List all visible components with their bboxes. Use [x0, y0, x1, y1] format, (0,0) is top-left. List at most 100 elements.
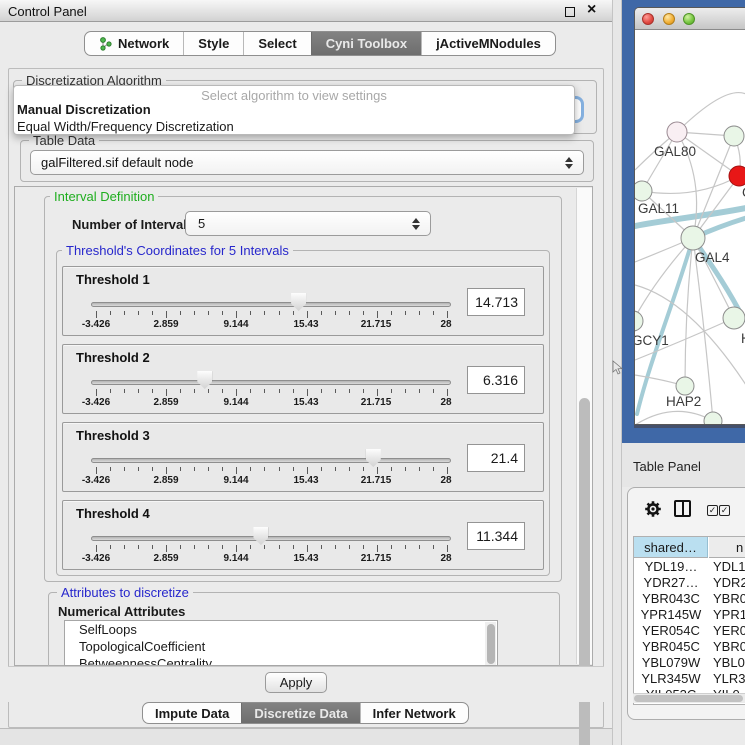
- threshold-value-field[interactable]: 14.713: [467, 288, 525, 316]
- slider-track[interactable]: [91, 458, 451, 463]
- tick-mark: [264, 545, 265, 549]
- axis-tick-label: 15.43: [284, 553, 328, 564]
- network-window-titlebar[interactable]: [635, 8, 745, 30]
- cell-shared-name: YDR27…: [634, 575, 708, 591]
- apply-button[interactable]: Apply: [265, 672, 327, 693]
- network-node: [723, 307, 745, 329]
- spinner-stepper-icon: [412, 217, 421, 231]
- tick-mark: [391, 545, 392, 549]
- axis-tick-label: 28: [424, 397, 468, 408]
- cell-shared-name: YER054C: [634, 623, 708, 639]
- checkbox-icon-1[interactable]: ✓: [707, 505, 718, 516]
- axis-tick-label: 28: [424, 475, 468, 486]
- attributes-scrollbar[interactable]: [485, 622, 496, 666]
- tick-mark: [222, 467, 223, 471]
- axis-tick-label: 15.43: [284, 475, 328, 486]
- threshold-value-field[interactable]: 11.344: [467, 522, 525, 550]
- tick-mark: [138, 311, 139, 315]
- dropdown-option[interactable]: Equal Width/Frequency Discretization: [17, 119, 567, 135]
- float-window-icon[interactable]: [565, 7, 575, 17]
- network-node: [729, 166, 745, 186]
- minimize-traffic-light-icon[interactable]: [663, 13, 675, 25]
- tab-label: Infer Network: [373, 706, 456, 721]
- cell-shared-name: YBL079W: [634, 655, 708, 671]
- number-of-intervals-spinner[interactable]: 5: [185, 211, 431, 236]
- tick-mark: [110, 311, 111, 315]
- network-view-window: GAL80GCGAL11GAL4GCY1HHAP2: [634, 7, 745, 425]
- threshold-value-field[interactable]: 6.316: [467, 366, 525, 394]
- slider-thumb[interactable]: [253, 527, 268, 545]
- tick-mark: [152, 467, 153, 471]
- tab-impute-data[interactable]: Impute Data: [143, 703, 241, 723]
- settings-vertical-scrollbar[interactable]: [576, 188, 592, 664]
- cell-name: YBL0: [713, 655, 745, 671]
- close-icon[interactable]: ×: [587, 1, 596, 19]
- numerical-attributes-list[interactable]: SelfLoopsTopologicalCoefficientBetweenne…: [64, 620, 498, 666]
- tab-label: Impute Data: [155, 706, 229, 721]
- tick-mark: [208, 311, 209, 315]
- table-row[interactable]: YDR27…YDR2: [634, 575, 745, 591]
- column-header-name[interactable]: n: [709, 537, 745, 558]
- network-edge: [642, 176, 739, 193]
- tab-network[interactable]: Network: [85, 32, 183, 55]
- tick-mark: [208, 467, 209, 471]
- dropdown-option[interactable]: Manual Discretization: [17, 102, 567, 118]
- tick-mark: [110, 389, 111, 393]
- tab-select[interactable]: Select: [243, 32, 310, 55]
- attribute-item[interactable]: BetweennessCentrality: [65, 655, 497, 666]
- axis-tick-label: 2.859: [144, 553, 188, 564]
- zoom-traffic-light-icon[interactable]: [683, 13, 695, 25]
- tick-mark: [335, 389, 336, 393]
- tick-mark: [124, 311, 125, 315]
- panel-title: Control Panel: [8, 4, 87, 19]
- tick-mark: [363, 311, 364, 315]
- tab-infer-network[interactable]: Infer Network: [360, 703, 468, 723]
- slider-thumb[interactable]: [291, 293, 306, 311]
- attribute-item[interactable]: SelfLoops: [65, 621, 497, 638]
- threshold-title: Threshold 2: [76, 350, 150, 365]
- tick-mark: [293, 545, 294, 549]
- tick-mark: [293, 467, 294, 471]
- tab-cyni-toolbox[interactable]: Cyni Toolbox: [311, 32, 421, 55]
- tick-mark: [152, 545, 153, 549]
- table-row[interactable]: YER054CYER0: [634, 623, 745, 639]
- cell-shared-name: YBR045C: [634, 639, 708, 655]
- table-row[interactable]: YBR043CYBR0: [634, 591, 745, 607]
- threshold-value-field[interactable]: 21.4: [467, 444, 525, 472]
- slider-track[interactable]: [91, 536, 451, 541]
- close-traffic-light-icon[interactable]: [642, 13, 654, 25]
- gear-icon[interactable]: [644, 500, 662, 518]
- table-data-combobox[interactable]: galFiltered.sif default node: [30, 150, 584, 175]
- slider-track[interactable]: [91, 302, 451, 307]
- table-horizontal-scrollbar[interactable]: [633, 693, 745, 703]
- network-node: [676, 377, 694, 395]
- checkbox-icon-2[interactable]: ✓: [719, 505, 730, 516]
- tick-mark: [363, 467, 364, 471]
- table-row[interactable]: YLR345WYLR3: [634, 671, 745, 687]
- attribute-item[interactable]: TopologicalCoefficient: [65, 638, 497, 655]
- table-row[interactable]: YBR045CYBR0: [634, 639, 745, 655]
- tick-mark: [349, 389, 350, 393]
- tick-mark: [166, 467, 167, 474]
- column-header-shared-name[interactable]: shared…: [634, 537, 708, 558]
- table-row[interactable]: YBL079W YBL0: [634, 655, 745, 671]
- tab-jactivemnodules[interactable]: jActiveMNodules: [421, 32, 555, 55]
- split-table-icon[interactable]: [674, 500, 691, 517]
- network-node: [635, 181, 652, 201]
- tick-mark: [391, 389, 392, 393]
- tick-mark: [447, 545, 448, 552]
- tick-mark: [180, 311, 181, 315]
- table-row[interactable]: YDL19…YDL1: [634, 559, 745, 575]
- tick-mark: [349, 467, 350, 471]
- network-icon: [99, 37, 112, 51]
- tab-discretize-data[interactable]: Discretize Data: [241, 703, 359, 723]
- slider-track[interactable]: [91, 380, 451, 385]
- tab-label: jActiveMNodules: [436, 36, 541, 51]
- combo-stepper-icon: [565, 156, 574, 170]
- tab-style[interactable]: Style: [183, 32, 243, 55]
- network-canvas[interactable]: GAL80GCGAL11GAL4GCY1HHAP2: [635, 30, 745, 425]
- table-row[interactable]: YPR145WYPR1: [634, 607, 745, 623]
- slider-thumb[interactable]: [366, 449, 381, 467]
- axis-tick-label: 2.859: [144, 397, 188, 408]
- slider-thumb[interactable]: [197, 371, 212, 389]
